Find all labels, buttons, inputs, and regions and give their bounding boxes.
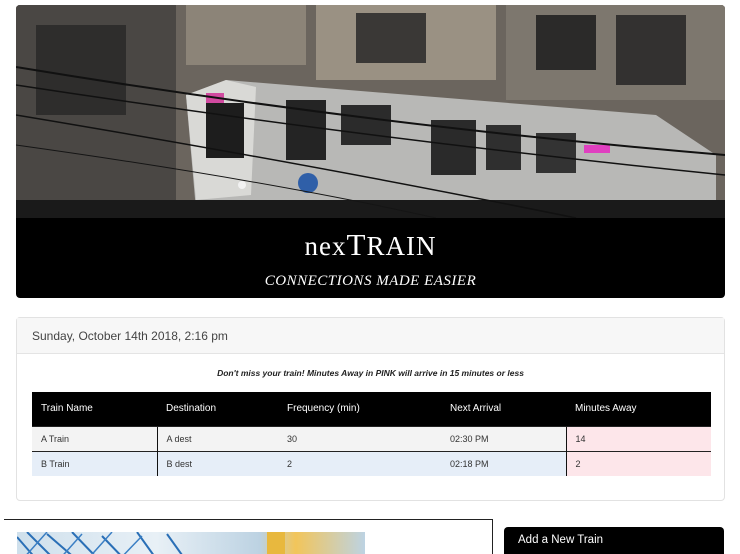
add-train-panel: Add a New Train xyxy=(504,527,724,554)
current-time: Sunday, October 14th 2018, 2:16 pm xyxy=(32,329,228,343)
train-photo xyxy=(16,5,725,218)
cell-frequency: 30 xyxy=(278,425,441,451)
pink-notice: Don't miss your train! Minutes Away in P… xyxy=(217,368,524,378)
table-row: B Train B dest 2 02:18 PM 2 xyxy=(32,450,711,476)
col-minutes-away: Minutes Away xyxy=(566,392,711,426)
add-train-title: Add a New Train xyxy=(518,534,604,546)
table-header-row: Train Name Destination Frequency (min) N… xyxy=(32,392,711,426)
cell-train-name: B Train xyxy=(32,450,157,476)
title-part-3: rain xyxy=(366,231,437,261)
app-title: nexTrain xyxy=(16,227,725,263)
cell-next-arrival: 02:18 PM xyxy=(441,450,566,476)
cell-train-name: A Train xyxy=(32,425,157,451)
col-frequency: Frequency (min) xyxy=(278,392,441,426)
table-row: A Train A dest 30 02:30 PM 14 xyxy=(32,425,711,451)
schedule-card: Sunday, October 14th 2018, 2:16 pm Don't… xyxy=(16,317,725,501)
app-subtitle: CONNECTIONS MADE EASIER xyxy=(264,273,477,289)
card-header: Sunday, October 14th 2018, 2:16 pm xyxy=(17,318,724,354)
station-photo xyxy=(17,532,365,554)
cell-destination: A dest xyxy=(156,425,278,451)
cell-minutes-away: 14 xyxy=(565,425,711,451)
hero-banner: nexTrain CONNECTIONS MADE EASIER xyxy=(16,5,725,298)
cell-frequency: 2 xyxy=(278,450,441,476)
train-schedule-table: Train Name Destination Frequency (min) N… xyxy=(32,392,711,476)
cell-destination: B dest xyxy=(156,450,278,476)
col-destination: Destination xyxy=(157,392,278,426)
col-train-name: Train Name xyxy=(32,392,157,426)
title-part-1: nex xyxy=(304,231,347,261)
cell-next-arrival: 02:30 PM xyxy=(441,425,566,451)
col-next-arrival: Next Arrival xyxy=(441,392,566,426)
cell-minutes-away: 2 xyxy=(565,450,711,476)
title-part-2: T xyxy=(346,227,367,262)
